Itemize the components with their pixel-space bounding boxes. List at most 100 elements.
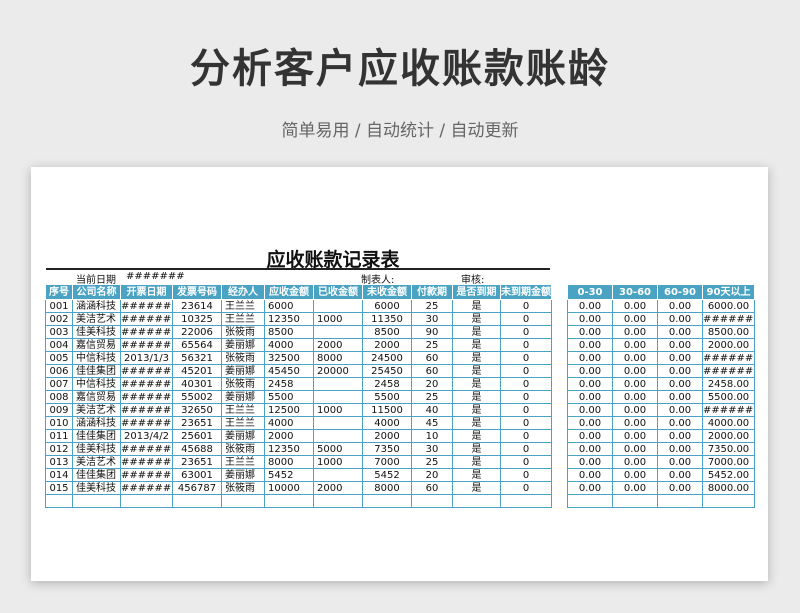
cell-received[interactable]: 20000 (313, 364, 363, 378)
cell-outstanding[interactable]: 2458 (362, 377, 412, 391)
cell-invoice-date[interactable]: 2013/1/3 (120, 351, 173, 365)
cell-seq[interactable]: 008 (45, 390, 73, 404)
cell-outstanding[interactable]: 6000 (362, 299, 412, 313)
cell-receivable[interactable]: 4000 (264, 338, 314, 352)
cell-aging-30-60[interactable]: 0.00 (612, 442, 658, 456)
cell-not-due-amount[interactable]: 0 (500, 455, 552, 469)
cell-aging-0-30[interactable]: 0.00 (567, 468, 613, 482)
cell-handler[interactable]: 王兰兰 (221, 299, 265, 313)
cell-aging-90-plus[interactable]: 8500.00 (702, 325, 755, 339)
cell-aging-30-60[interactable]: 0.00 (612, 364, 658, 378)
cell-aging-60-90[interactable]: 0.00 (657, 377, 703, 391)
empty-cell[interactable] (264, 494, 314, 508)
cell-receivable[interactable]: 2000 (264, 429, 314, 443)
cell-handler[interactable]: 张筱雨 (221, 377, 265, 391)
cell-outstanding[interactable]: 7000 (362, 455, 412, 469)
cell-invoice-date[interactable]: ####### (120, 390, 173, 404)
cell-invoice-date[interactable]: ####### (120, 377, 173, 391)
cell-aging-0-30[interactable]: 0.00 (567, 403, 613, 417)
cell-is-due[interactable]: 是 (452, 299, 501, 313)
cell-invoice-date[interactable]: ####### (120, 481, 173, 495)
cell-outstanding[interactable]: 7350 (362, 442, 412, 456)
cell-handler[interactable]: 姜丽娜 (221, 338, 265, 352)
cell-aging-0-30[interactable]: 0.00 (567, 338, 613, 352)
cell-aging-90-plus[interactable]: 5452.00 (702, 468, 755, 482)
col-header-received[interactable]: 已收金额 (313, 284, 363, 300)
cell-payment-term[interactable]: 20 (411, 377, 453, 391)
cell-not-due-amount[interactable]: 0 (500, 481, 552, 495)
cell-aging-90-plus[interactable]: 7350.00 (702, 442, 755, 456)
cell-aging-90-plus[interactable]: ####### (702, 364, 755, 378)
cell-invoice-no[interactable]: 10325 (172, 312, 222, 326)
cell-aging-0-30[interactable]: 0.00 (567, 351, 613, 365)
cell-aging-30-60[interactable]: 0.00 (612, 351, 658, 365)
col-header-outstanding[interactable]: 未收金额 (362, 284, 412, 300)
cell-aging-30-60[interactable]: 0.00 (612, 429, 658, 443)
cell-payment-term[interactable]: 45 (411, 416, 453, 430)
cell-invoice-no[interactable]: 45201 (172, 364, 222, 378)
cell-aging-0-30[interactable]: 0.00 (567, 481, 613, 495)
col-header-aging-30-60[interactable]: 30-60 (612, 284, 658, 300)
cell-company[interactable]: 美洁艺术 (72, 312, 121, 326)
cell-aging-0-30[interactable]: 0.00 (567, 364, 613, 378)
cell-receivable[interactable]: 12500 (264, 403, 314, 417)
cell-aging-30-60[interactable]: 0.00 (612, 377, 658, 391)
col-header-aging-60-90[interactable]: 60-90 (657, 284, 703, 300)
cell-aging-60-90[interactable]: 0.00 (657, 338, 703, 352)
cell-receivable[interactable]: 8000 (264, 455, 314, 469)
cell-is-due[interactable]: 是 (452, 455, 501, 469)
cell-aging-0-30[interactable]: 0.00 (567, 312, 613, 326)
cell-aging-0-30[interactable]: 0.00 (567, 442, 613, 456)
cell-aging-60-90[interactable]: 0.00 (657, 468, 703, 482)
cell-received[interactable]: 1000 (313, 312, 363, 326)
cell-company[interactable]: 嘉信贸易 (72, 390, 121, 404)
cell-company[interactable]: 佳美科技 (72, 442, 121, 456)
cell-handler[interactable]: 姜丽娜 (221, 364, 265, 378)
cell-aging-60-90[interactable]: 0.00 (657, 429, 703, 443)
cell-is-due[interactable]: 是 (452, 312, 501, 326)
cell-is-due[interactable]: 是 (452, 442, 501, 456)
cell-aging-60-90[interactable]: 0.00 (657, 351, 703, 365)
cell-seq[interactable]: 006 (45, 364, 73, 378)
cell-payment-term[interactable]: 25 (411, 338, 453, 352)
cell-aging-90-plus[interactable]: 2000.00 (702, 338, 755, 352)
cell-invoice-no[interactable]: 23651 (172, 455, 222, 469)
cell-seq[interactable]: 014 (45, 468, 73, 482)
cell-is-due[interactable]: 是 (452, 481, 501, 495)
cell-handler[interactable]: 姜丽娜 (221, 429, 265, 443)
cell-receivable[interactable]: 5452 (264, 468, 314, 482)
cell-invoice-no[interactable]: 23651 (172, 416, 222, 430)
cell-received[interactable] (313, 299, 363, 313)
cell-is-due[interactable]: 是 (452, 338, 501, 352)
cell-received[interactable]: 1000 (313, 455, 363, 469)
cell-invoice-no[interactable]: 63001 (172, 468, 222, 482)
cell-aging-60-90[interactable]: 0.00 (657, 481, 703, 495)
col-header-company[interactable]: 公司名称 (72, 284, 121, 300)
cell-invoice-no[interactable]: 456787 (172, 481, 222, 495)
empty-cell[interactable] (45, 494, 73, 508)
cell-seq[interactable]: 013 (45, 455, 73, 469)
cell-not-due-amount[interactable]: 0 (500, 390, 552, 404)
empty-cell[interactable] (221, 494, 265, 508)
cell-company[interactable]: 嘉信贸易 (72, 338, 121, 352)
cell-received[interactable]: 5000 (313, 442, 363, 456)
cell-payment-term[interactable]: 10 (411, 429, 453, 443)
cell-payment-term[interactable]: 60 (411, 364, 453, 378)
cell-company[interactable]: 佳佳集团 (72, 429, 121, 443)
empty-cell[interactable] (120, 494, 173, 508)
cell-payment-term[interactable]: 30 (411, 312, 453, 326)
cell-seq[interactable]: 010 (45, 416, 73, 430)
cell-seq[interactable]: 011 (45, 429, 73, 443)
cell-outstanding[interactable]: 11350 (362, 312, 412, 326)
cell-not-due-amount[interactable]: 0 (500, 299, 552, 313)
empty-cell[interactable] (72, 494, 121, 508)
cell-handler[interactable]: 王兰兰 (221, 455, 265, 469)
cell-is-due[interactable]: 是 (452, 364, 501, 378)
cell-invoice-date[interactable]: 2013/4/2 (120, 429, 173, 443)
cell-outstanding[interactable]: 4000 (362, 416, 412, 430)
cell-receivable[interactable]: 12350 (264, 442, 314, 456)
cell-aging-90-plus[interactable]: ####### (702, 351, 755, 365)
cell-aging-60-90[interactable]: 0.00 (657, 364, 703, 378)
cell-is-due[interactable]: 是 (452, 416, 501, 430)
cell-is-due[interactable]: 是 (452, 351, 501, 365)
